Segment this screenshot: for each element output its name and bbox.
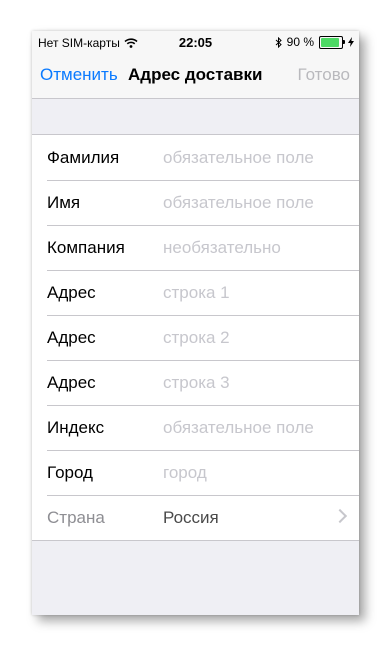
field-label: Имя: [47, 193, 81, 212]
page-title: Адрес доставки: [128, 65, 263, 84]
field-placeholder[interactable]: необязательно: [163, 238, 281, 258]
field-placeholder[interactable]: город: [163, 463, 207, 483]
chevron-right-icon: [332, 508, 348, 524]
lastname-field[interactable]: Фамилия обязательное поле: [32, 135, 359, 180]
address-line2-field[interactable]: Адрес строка 2: [32, 315, 359, 360]
bluetooth-icon: [275, 36, 282, 48]
address-line1-field[interactable]: Адрес строка 1: [32, 270, 359, 315]
field-label: Город: [47, 463, 93, 482]
cancel-button[interactable]: Отменить: [40, 65, 118, 85]
address-form: Фамилия обязательное поле Имя обязательн…: [32, 134, 359, 541]
battery-percent: 90 %: [286, 35, 314, 49]
field-label: Адрес: [47, 328, 96, 347]
postal-code-field[interactable]: Индекс обязательное поле: [32, 405, 359, 450]
country-value: Россия: [163, 508, 219, 527]
address-line3-field[interactable]: Адрес строка 3: [32, 360, 359, 405]
field-placeholder[interactable]: строка 2: [163, 328, 230, 348]
company-field[interactable]: Компания необязательно: [32, 225, 359, 270]
field-label: Компания: [47, 238, 125, 257]
battery-fill: [321, 37, 339, 47]
status-right: 90 %: [275, 35, 354, 49]
country-selector[interactable]: Страна Россия: [32, 495, 359, 540]
city-field[interactable]: Город город: [32, 450, 359, 495]
charging-bolt-icon: [348, 37, 354, 47]
field-placeholder[interactable]: обязательное поле: [163, 193, 314, 213]
done-button[interactable]: Готово: [298, 65, 351, 85]
field-placeholder[interactable]: строка 3: [163, 373, 230, 393]
phone-screen: Нет SIM-карты 22:05 90 % Отменить Адрес …: [32, 31, 359, 615]
field-placeholder[interactable]: обязательное поле: [163, 148, 314, 168]
field-label: Фамилия: [47, 148, 120, 167]
field-label: Адрес: [47, 283, 96, 302]
status-bar: Нет SIM-карты 22:05 90 %: [32, 31, 359, 53]
field-placeholder[interactable]: строка 1: [163, 283, 230, 303]
field-placeholder[interactable]: обязательное поле: [163, 418, 314, 438]
firstname-field[interactable]: Имя обязательное поле: [32, 180, 359, 225]
navigation-bar: Отменить Адрес доставки Готово: [32, 53, 359, 99]
battery-icon: [319, 35, 345, 49]
country-label: Страна: [47, 508, 105, 527]
field-label: Индекс: [47, 418, 105, 437]
field-label: Адрес: [47, 373, 96, 392]
